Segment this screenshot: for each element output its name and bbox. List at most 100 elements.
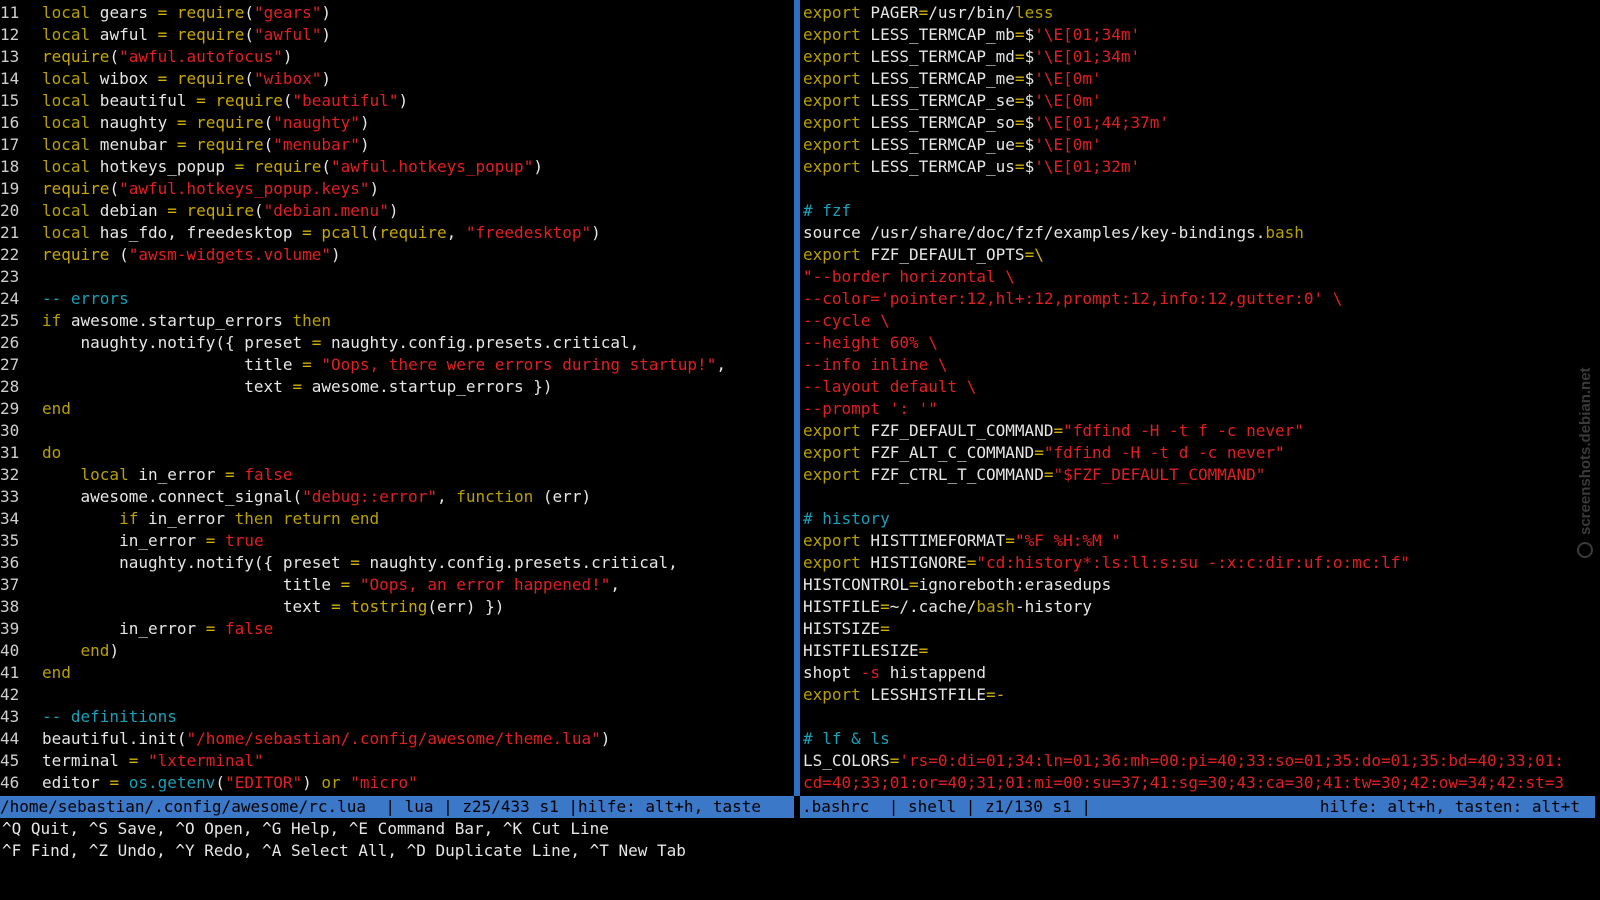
code-token: HISTFILESIZE bbox=[803, 641, 919, 660]
code-line[interactable]: export LESS_TERMCAP_so=$'\E[01;44;37m' bbox=[803, 112, 1598, 134]
code-line[interactable]: HISTFILE=~/.cache/bash-history bbox=[803, 596, 1598, 618]
code-line[interactable]: --cycle \ bbox=[803, 310, 1598, 332]
code-line[interactable]: 25 if awesome.startup_errors then bbox=[0, 310, 790, 332]
code-line[interactable]: 46 editor = os.getenv("EDITOR") or "micro… bbox=[0, 772, 790, 794]
right-editor-pane[interactable]: export PAGER=/usr/bin/less export LESS_TE… bbox=[803, 2, 1598, 794]
code-token: local bbox=[42, 113, 91, 132]
code-line[interactable]: 18 local hotkeys_popup = require("awful.h… bbox=[0, 156, 790, 178]
code-line[interactable]: 43 -- definitions bbox=[0, 706, 790, 728]
line-number: 39 bbox=[0, 619, 20, 638]
code-line[interactable]: 13 require("awful.autofocus") bbox=[0, 46, 790, 68]
code-line[interactable]: LS_COLORS='rs=0:di=01;34:ln=01;36:mh=00:… bbox=[803, 750, 1598, 772]
code-line[interactable]: 11 local gears = require("gears") bbox=[0, 2, 790, 24]
code-line[interactable]: export LESS_TERMCAP_me=$'\E[0m' bbox=[803, 68, 1598, 90]
code-line[interactable]: HISTSIZE= bbox=[803, 618, 1598, 640]
line-number: 27 bbox=[0, 355, 20, 374]
pane-divider[interactable] bbox=[794, 0, 800, 796]
code-line[interactable]: 30 bbox=[0, 420, 790, 442]
code-line[interactable]: "--border horizontal \ bbox=[803, 266, 1598, 288]
code-token: '\E[01;44;37m' bbox=[1034, 113, 1170, 132]
code-line[interactable]: export PAGER=/usr/bin/less bbox=[803, 2, 1598, 24]
code-line[interactable]: export LESS_TERMCAP_md=$'\E[01;34m' bbox=[803, 46, 1598, 68]
code-line[interactable]: 21 local has_fdo, freedesktop = pcall(req… bbox=[0, 222, 790, 244]
code-line[interactable]: export FZF_DEFAULT_OPTS=\ bbox=[803, 244, 1598, 266]
code-token: ) bbox=[321, 3, 332, 22]
code-line[interactable]: 44 beautiful.init("/home/sebastian/.confi… bbox=[0, 728, 790, 750]
code-token: LS_COLORS bbox=[803, 751, 890, 770]
code-line[interactable]: 42 bbox=[0, 684, 790, 706]
code-line[interactable]: --prompt ': '" bbox=[803, 398, 1598, 420]
code-line[interactable]: HISTCONTROL=ignoreboth:erasedups bbox=[803, 574, 1598, 596]
code-line[interactable]: export LESSHISTFILE=- bbox=[803, 684, 1598, 706]
code-token: hotkeys_popup bbox=[90, 157, 235, 176]
code-token: in_error bbox=[42, 531, 206, 550]
code-line[interactable]: export LESS_TERMCAP_mb=$'\E[01;34m' bbox=[803, 24, 1598, 46]
code-line[interactable]: # history bbox=[803, 508, 1598, 530]
code-line[interactable]: 22 require ("awsm-widgets.volume") bbox=[0, 244, 790, 266]
code-line[interactable]: 17 local menubar = require("menubar") bbox=[0, 134, 790, 156]
code-token: export bbox=[803, 553, 861, 572]
code-line[interactable]: 36 naughty.notify({ preset = naughty.con… bbox=[0, 552, 790, 574]
code-line[interactable]: 35 in_error = true bbox=[0, 530, 790, 552]
code-line[interactable]: export HISTIGNORE="cd:history*:ls:ll:s:s… bbox=[803, 552, 1598, 574]
code-line[interactable]: 31 do bbox=[0, 442, 790, 464]
code-line[interactable]: 19 require("awful.hotkeys_popup.keys") bbox=[0, 178, 790, 200]
code-token: = bbox=[918, 641, 929, 660]
left-editor-pane[interactable]: 11 local gears = require("gears") 12 local … bbox=[0, 2, 790, 794]
code-line[interactable]: export FZF_CTRL_T_COMMAND="$FZF_DEFAULT_… bbox=[803, 464, 1598, 486]
code-token: HISTFILE bbox=[803, 597, 881, 616]
code-line[interactable]: export FZF_ALT_C_COMMAND="fdfind -H -t d… bbox=[803, 442, 1598, 464]
code-line[interactable]: --layout default \ bbox=[803, 376, 1598, 398]
code-token: export bbox=[803, 465, 861, 484]
code-line[interactable]: export FZF_DEFAULT_COMMAND="fdfind -H -t… bbox=[803, 420, 1598, 442]
code-line[interactable]: shopt -s histappend bbox=[803, 662, 1598, 684]
code-line[interactable] bbox=[803, 486, 1598, 508]
code-token: = bbox=[1014, 157, 1025, 176]
code-line[interactable]: 15 local beautiful = require("beautiful") bbox=[0, 90, 790, 112]
code-line[interactable]: # lf & ls bbox=[803, 728, 1598, 750]
code-token: LESS_TERMCAP_mb bbox=[860, 25, 1015, 44]
code-line[interactable]: HISTFILESIZE= bbox=[803, 640, 1598, 662]
code-line[interactable]: 29 end bbox=[0, 398, 790, 420]
code-line[interactable]: --info inline \ bbox=[803, 354, 1598, 376]
code-line[interactable]: 27 title = "Oops, there were errors duri… bbox=[0, 354, 790, 376]
code-line[interactable]: 32 local in_error = false bbox=[0, 464, 790, 486]
code-line[interactable]: export LESS_TERMCAP_us=$'\E[01;32m' bbox=[803, 156, 1598, 178]
code-token: = bbox=[302, 355, 312, 374]
code-line[interactable]: 12 local awful = require("awful") bbox=[0, 24, 790, 46]
code-line[interactable]: export LESS_TERMCAP_ue=$'\E[0m' bbox=[803, 134, 1598, 156]
code-token: end bbox=[42, 663, 71, 682]
code-line[interactable]: 37 title = "Oops, an error happened!", bbox=[0, 574, 790, 596]
code-line[interactable]: 40 end) bbox=[0, 640, 790, 662]
code-line[interactable]: 16 local naughty = require("naughty") bbox=[0, 112, 790, 134]
code-line[interactable]: --color='pointer:12,hl+:12,prompt:12,inf… bbox=[803, 288, 1598, 310]
code-line[interactable]: 45 terminal = "lxterminal" bbox=[0, 750, 790, 772]
code-line[interactable]: export HISTTIMEFORMAT="%F %H:%M " bbox=[803, 530, 1598, 552]
code-line[interactable]: export LESS_TERMCAP_se=$'\E[0m' bbox=[803, 90, 1598, 112]
code-line[interactable]: 38 text = tostring(err) }) bbox=[0, 596, 790, 618]
code-line[interactable] bbox=[803, 178, 1598, 200]
code-line[interactable]: 33 awesome.connect_signal("debug::error"… bbox=[0, 486, 790, 508]
code-line[interactable]: 34 if in_error then return end bbox=[0, 508, 790, 530]
code-token: export bbox=[803, 91, 861, 110]
code-line[interactable]: 23 bbox=[0, 266, 790, 288]
code-line[interactable]: source /usr/share/doc/fzf/examples/key-b… bbox=[803, 222, 1598, 244]
code-line[interactable] bbox=[803, 706, 1598, 728]
code-token: = bbox=[918, 3, 929, 22]
code-token: "fdfind -H -t d -c never" bbox=[1043, 443, 1285, 462]
code-line[interactable]: # fzf bbox=[803, 200, 1598, 222]
code-line[interactable]: 20 local debian = require("debian.menu") bbox=[0, 200, 790, 222]
code-line[interactable]: --height 60% \ bbox=[803, 332, 1598, 354]
code-line[interactable]: 14 local wibox = require("wibox") bbox=[0, 68, 790, 90]
code-token: require bbox=[215, 91, 283, 110]
code-line[interactable]: cd=40;33;01:or=40;31;01:mi=00:su=37;41:s… bbox=[803, 772, 1598, 794]
code-line[interactable]: 39 in_error = false bbox=[0, 618, 790, 640]
code-line[interactable]: 41 end bbox=[0, 662, 790, 684]
code-line[interactable]: 26 naughty.notify({ preset = naughty.con… bbox=[0, 332, 790, 354]
code-token: local bbox=[42, 25, 91, 44]
code-line[interactable]: 28 text = awesome.startup_errors }) bbox=[0, 376, 790, 398]
code-line[interactable]: 24 -- errors bbox=[0, 288, 790, 310]
code-token: ( bbox=[282, 91, 293, 110]
